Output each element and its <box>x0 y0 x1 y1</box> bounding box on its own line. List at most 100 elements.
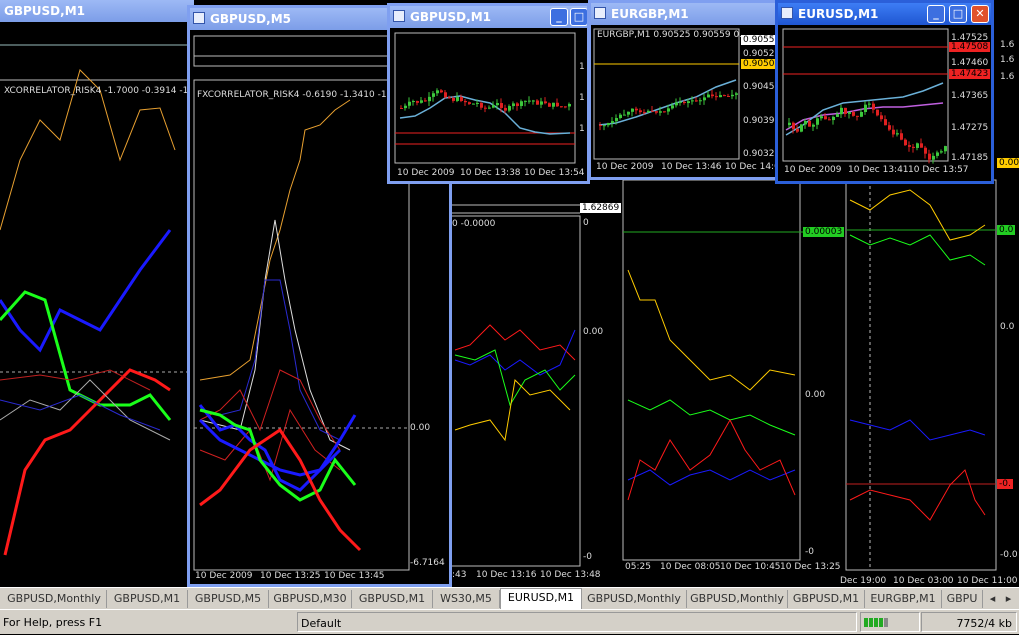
minimize-button[interactable]: _ <box>927 5 945 23</box>
candle-body <box>552 102 555 107</box>
bg-mid2-x-label: 10 Dec 08:05 <box>660 562 721 572</box>
bg-mid2-level-tag: 0.00003 <box>803 227 845 237</box>
chart-tab[interactable]: GBPUSD,M30 <box>269 590 352 608</box>
chart-body[interactable]: 1.47525 1.47508 1.47460 1.47423 1.47365 … <box>778 25 991 181</box>
x-axis-label: 10 Dec 14:02 <box>725 162 781 172</box>
candle-body <box>880 115 883 120</box>
candle-body <box>448 97 451 99</box>
bg-right-axis: 1.6 <box>1000 72 1015 82</box>
candle-body <box>496 103 499 106</box>
window-title: EURUSD,M1 <box>798 7 879 21</box>
candle-body <box>723 95 726 97</box>
bg-mid-indicator-label: 0 -0.0000 <box>452 219 496 229</box>
price-axis-label: 0.9050 <box>741 59 777 69</box>
chart-window-gbpusd-m1[interactable]: GBPUSD,M1 _ □ 1 1 1 10 Dec 2009 10 Dec 1… <box>387 3 590 184</box>
candle-body <box>528 100 531 102</box>
candle-body <box>544 101 547 104</box>
candle-body <box>639 110 642 113</box>
candle-body <box>936 152 939 156</box>
chart-window-icon <box>393 10 405 22</box>
maximize-button[interactable]: □ <box>949 5 967 23</box>
chart-tab[interactable]: GBPUSD,M1 <box>107 590 188 608</box>
candle-body <box>659 111 662 113</box>
candle-body <box>615 118 618 122</box>
price-axis-label: 0.9032 <box>743 149 775 159</box>
chart-tab[interactable]: GBPUSD,Monthly <box>582 590 687 608</box>
minimize-button[interactable]: _ <box>550 8 568 26</box>
x-axis-label: 10 Dec 13:54 <box>524 168 585 178</box>
candle-body <box>804 120 807 125</box>
candle-body <box>800 124 803 132</box>
candle-body <box>440 90 443 93</box>
candle-body <box>715 96 718 98</box>
candle-body <box>564 106 567 108</box>
chart-tab[interactable]: GBPU <box>942 590 983 608</box>
bg-right-x-label: 10 Dec 03:00 <box>893 576 954 586</box>
close-button[interactable]: ✕ <box>971 5 989 23</box>
candle-body <box>703 97 706 101</box>
chart-tab-selected[interactable]: EURUSD,M1 <box>500 588 582 610</box>
chart-tab[interactable]: EURGBP,M1 <box>865 590 942 608</box>
candle-body <box>548 103 551 107</box>
status-bar: For Help, press F1 Default 7752/4 kb <box>0 609 1019 634</box>
candle-body <box>492 105 495 108</box>
chart-tab[interactable]: GBPUSD,Monthly <box>687 590 788 608</box>
bg-mid-x-label: :43 <box>452 570 467 580</box>
candle-body <box>627 111 630 115</box>
candle-body <box>691 100 694 102</box>
chart-window-eurusd-m1[interactable]: EURUSD,M1 _ □ ✕ 1.47525 1.47508 1.47460 … <box>775 0 994 184</box>
x-axis-label: 10 Dec 13:46 <box>661 162 722 172</box>
candle-body <box>924 147 927 154</box>
x-axis-label: 10 Dec 13:41 <box>848 165 909 175</box>
window-titlebar[interactable]: EURUSD,M1 _ □ ✕ <box>778 3 991 25</box>
price-axis-label: 0.9052 <box>743 49 775 59</box>
candle-body <box>488 107 491 109</box>
candle-body <box>928 153 931 160</box>
candle-body <box>460 96 463 101</box>
chart-tab[interactable]: WS30,M5 <box>433 590 500 608</box>
chart-header-label: EURGBP,M1 0.90525 0.90559 0. <box>597 30 743 40</box>
candle-body <box>852 112 855 116</box>
chart-tab-bar: GBPUSD,Monthly GBPUSD,M1 GBPUSD,M5 GBPUS… <box>0 587 1019 610</box>
maximize-button[interactable]: □ <box>570 8 587 26</box>
window-titlebar[interactable]: GBPUSD,M1 _ □ <box>390 6 587 28</box>
bg-left-titlebar[interactable]: GBPUSD,M1 <box>0 0 194 22</box>
candle-body <box>464 100 467 103</box>
window-title: GBPUSD,M1 <box>410 10 491 24</box>
chart-body[interactable]: EURGBP,M1 0.90525 0.90559 0. 0.9055 0.90… <box>591 25 778 177</box>
tab-scroll-left-icon[interactable]: ◂ <box>985 590 1000 608</box>
candle-body <box>468 102 471 104</box>
candle-body <box>424 100 427 102</box>
candle-body <box>432 93 435 97</box>
chart-tab[interactable]: GBPUSD,M1 <box>352 590 433 608</box>
candle-body <box>412 101 415 103</box>
bg-right-level-tag: 0.0 <box>997 225 1016 235</box>
bg-right-x-label: Dec 19:00 <box>840 576 887 586</box>
bg-mid2-x-label: 05:25 <box>625 562 651 572</box>
price-axis-label: 1.47423 <box>949 69 991 79</box>
chart-tab[interactable]: GBPUSD,M5 <box>188 590 269 608</box>
candle-body <box>856 115 859 117</box>
window-titlebar[interactable]: EURGBP,M1 <box>591 3 778 25</box>
candle-body <box>568 103 571 107</box>
bg-mid2-x-label: 10 Dec 10:45 <box>720 562 781 572</box>
candle-body <box>904 139 907 146</box>
bg-right-axis: 1.6 <box>1000 40 1015 50</box>
candle-body <box>848 112 851 114</box>
price-axis-label: 1.47365 <box>951 91 989 101</box>
candle-body <box>828 119 831 121</box>
chart-tab[interactable]: GBPUSD,Monthly <box>2 590 107 608</box>
chart-body[interactable]: 1 1 1 10 Dec 2009 10 Dec 13:38 10 Dec 13… <box>390 28 587 181</box>
candle-body <box>940 151 943 153</box>
price-axis-label: 1.47508 <box>949 42 991 52</box>
candle-body <box>631 108 634 112</box>
tab-scroll-right-icon[interactable]: ▸ <box>1001 590 1016 608</box>
candle-body <box>476 102 479 104</box>
x-axis-label: 10 Dec 2009 <box>397 168 455 178</box>
chart-tab[interactable]: GBPUSD,M1 <box>788 590 865 608</box>
bg-mid-x-label: 10 Dec 13:16 <box>476 570 537 580</box>
candle-body <box>808 120 811 127</box>
candle-body <box>788 122 791 125</box>
candle-body <box>896 133 899 135</box>
chart-window-eurgbp-m1[interactable]: EURGBP,M1 EURGBP,M1 0.90525 0.90559 0. 0… <box>588 0 781 180</box>
